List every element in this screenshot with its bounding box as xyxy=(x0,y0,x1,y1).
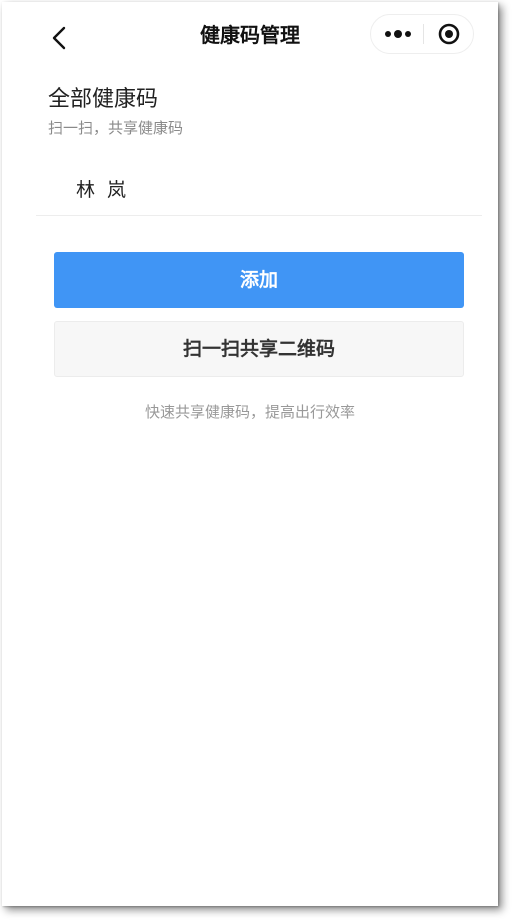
health-code-item[interactable]: 林 岚 xyxy=(36,168,482,216)
hint-text: 快速共享健康码，提高出行效率 xyxy=(144,403,355,421)
mini-program-capsule xyxy=(370,14,474,54)
health-code-owner-name: 林 岚 xyxy=(76,179,130,201)
target-circle-icon xyxy=(438,23,460,45)
scan-share-qr-button[interactable]: 扫一扫共享二维码 xyxy=(54,321,464,377)
close-button[interactable] xyxy=(424,15,474,53)
section-subtitle: 扫一扫，共享健康码 xyxy=(48,119,184,137)
more-button[interactable] xyxy=(371,15,423,53)
phone-screen: 健康码管理 全部健康码 扫一扫，共享健康码 林 岚 添加 扫一扫共享二维码 快速… xyxy=(2,2,498,906)
more-dots-icon xyxy=(385,30,411,38)
add-button[interactable]: 添加 xyxy=(54,252,464,308)
section-title: 全部健康码 xyxy=(48,87,159,112)
navigation-bar: 健康码管理 xyxy=(2,2,498,68)
